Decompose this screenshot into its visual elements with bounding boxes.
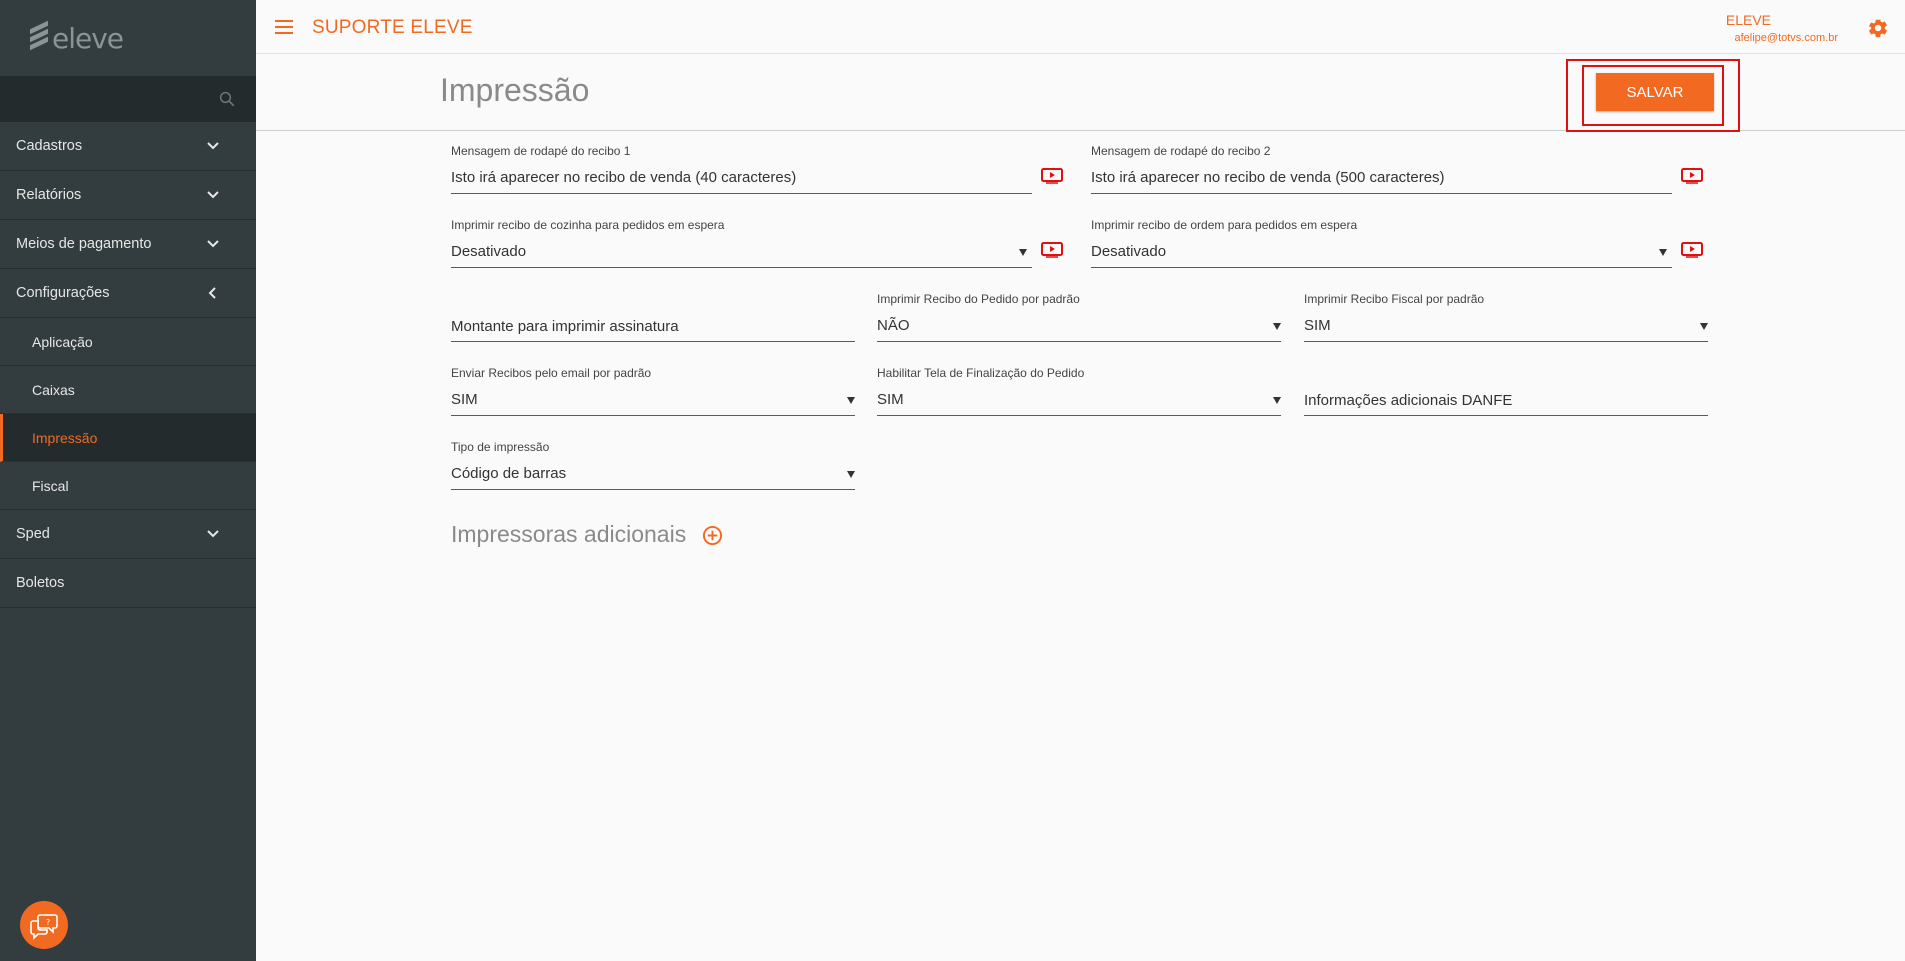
field-value: Desativado bbox=[1091, 243, 1167, 260]
sidebar-subitem-impressao[interactable]: Impressão bbox=[0, 414, 256, 462]
top-bar: SUPORTE ELEVE ELEVE afelipe@totvs.com.br bbox=[256, 0, 1905, 54]
field-label: Tipo de impressão bbox=[451, 440, 550, 454]
field-value: Montante para imprimir assinatura bbox=[451, 318, 679, 335]
field-value: SIM bbox=[1304, 317, 1331, 334]
field-value: NÃO bbox=[877, 317, 910, 334]
page-header: Impressão SALVAR bbox=[256, 54, 1905, 132]
field-label: Imprimir recibo de cozinha para pedidos … bbox=[451, 218, 725, 232]
chevron-down-icon bbox=[207, 142, 219, 150]
search-icon[interactable] bbox=[218, 90, 236, 108]
eleve-logo[interactable]: eleve bbox=[0, 0, 256, 76]
field-value: Informações adicionais DANFE bbox=[1304, 392, 1513, 409]
dropdown-arrow-icon bbox=[1019, 249, 1027, 256]
sidebar-item-relatorios[interactable]: Relatórios bbox=[0, 171, 256, 220]
order-receipt-default-select[interactable]: Imprimir Recibo do Pedido por padrão NÃO bbox=[877, 292, 1281, 342]
sidebar-item-sped[interactable]: Sped bbox=[0, 510, 256, 559]
field-label: Mensagem de rodapé do recibo 2 bbox=[1091, 144, 1271, 158]
chevron-down-icon bbox=[207, 240, 219, 248]
sidebar-subitem-label: Aplicação bbox=[32, 333, 93, 350]
svg-text:?: ? bbox=[46, 918, 50, 927]
logo-mark-icon bbox=[30, 20, 50, 55]
support-chat-button[interactable]: ? bbox=[20, 901, 68, 949]
dropdown-arrow-icon bbox=[847, 471, 855, 478]
sidebar-item-configuracoes[interactable]: Configurações bbox=[0, 269, 256, 318]
sidebar: eleve Cadastros Relatórios Meios de paga… bbox=[0, 0, 256, 961]
sidebar-item-cadastros[interactable]: Cadastros bbox=[0, 122, 256, 171]
field-label: Mensagem de rodapé do recibo 1 bbox=[451, 144, 631, 158]
sidebar-search[interactable] bbox=[0, 76, 256, 122]
kitchen-receipt-select[interactable]: Imprimir recibo de cozinha para pedidos … bbox=[451, 218, 1032, 268]
field-label: Habilitar Tela de Finalização do Pedido bbox=[877, 366, 1085, 380]
sidebar-item-label: Sped bbox=[16, 526, 50, 542]
dropdown-arrow-icon bbox=[1273, 397, 1281, 404]
sidebar-item-label: Configurações bbox=[16, 285, 110, 301]
sidebar-subitem-caixas[interactable]: Caixas bbox=[0, 366, 256, 414]
sidebar-item-meios-de-pagamento[interactable]: Meios de pagamento bbox=[0, 220, 256, 269]
dropdown-arrow-icon bbox=[847, 397, 855, 404]
dropdown-arrow-icon bbox=[1700, 323, 1708, 330]
chevron-left-icon bbox=[208, 287, 216, 299]
footer-message-2-field[interactable]: Mensagem de rodapé do recibo 2 Isto irá … bbox=[1091, 144, 1672, 194]
field-value: Isto irá aparecer no recibo de venda (50… bbox=[1091, 169, 1445, 186]
danfe-info-input[interactable]: Informações adicionais DANFE bbox=[1304, 366, 1708, 416]
field-label: Imprimir Recibo Fiscal por padrão bbox=[1304, 292, 1485, 306]
fiscal-receipt-default-select[interactable]: Imprimir Recibo Fiscal por padrão SIM bbox=[1304, 292, 1708, 342]
video-help-icon[interactable] bbox=[1041, 168, 1063, 184]
chevron-down-icon bbox=[207, 530, 219, 538]
sidebar-subitem-label: Impressão bbox=[32, 429, 98, 446]
field-value: Código de barras bbox=[451, 465, 567, 482]
sidebar-subitem-aplicacao[interactable]: Aplicação bbox=[0, 318, 256, 366]
video-help-icon[interactable] bbox=[1681, 242, 1703, 258]
page-title: Impressão bbox=[440, 72, 590, 108]
gear-icon[interactable] bbox=[1867, 17, 1889, 39]
field-value: Desativado bbox=[451, 243, 527, 260]
sidebar-subitem-fiscal[interactable]: Fiscal bbox=[0, 462, 256, 510]
add-printer-icon[interactable] bbox=[702, 525, 723, 546]
logo-text: eleve bbox=[52, 21, 124, 55]
additional-printers-title: Impressoras adicionais bbox=[451, 521, 687, 547]
field-label: Imprimir recibo de ordem para pedidos em… bbox=[1091, 218, 1358, 232]
field-value: Isto irá aparecer no recibo de venda (40… bbox=[451, 169, 797, 186]
sidebar-item-boletos[interactable]: Boletos bbox=[0, 559, 256, 608]
hamburger-menu-icon[interactable] bbox=[275, 20, 293, 34]
chat-icon: ? bbox=[30, 914, 58, 940]
field-label: Imprimir Recibo do Pedido por padrão bbox=[877, 292, 1080, 306]
sidebar-item-label: Cadastros bbox=[16, 138, 83, 154]
order-receipt-select[interactable]: Imprimir recibo de ordem para pedidos em… bbox=[1091, 218, 1672, 268]
video-help-icon[interactable] bbox=[1041, 242, 1063, 258]
print-type-select[interactable]: Tipo de impressão Código de barras bbox=[451, 440, 855, 490]
field-value: SIM bbox=[877, 391, 904, 408]
app-title: SUPORTE ELEVE bbox=[312, 17, 473, 38]
sidebar-subitem-label: Fiscal bbox=[32, 477, 69, 494]
user-name[interactable]: ELEVE bbox=[1726, 12, 1771, 28]
email-receipts-select[interactable]: Enviar Recibos pelo email por padrão SIM bbox=[451, 366, 855, 416]
sidebar-subitem-label: Caixas bbox=[32, 381, 75, 398]
dropdown-arrow-icon bbox=[1273, 323, 1281, 330]
field-label: Enviar Recibos pelo email por padrão bbox=[451, 366, 652, 380]
footer-message-1-field[interactable]: Mensagem de rodapé do recibo 1 Isto irá … bbox=[451, 144, 1032, 194]
sidebar-item-label: Relatórios bbox=[16, 187, 82, 203]
sidebar-item-label: Boletos bbox=[16, 575, 65, 591]
field-value: SIM bbox=[451, 391, 478, 408]
dropdown-arrow-icon bbox=[1659, 249, 1667, 256]
video-help-icon[interactable] bbox=[1681, 168, 1703, 184]
sidebar-item-label: Meios de pagamento bbox=[16, 236, 152, 252]
signature-amount-input[interactable]: Montante para imprimir assinatura bbox=[451, 292, 855, 342]
finalization-screen-select[interactable]: Habilitar Tela de Finalização do Pedido … bbox=[877, 366, 1281, 416]
user-email[interactable]: afelipe@totvs.com.br bbox=[1735, 32, 1839, 44]
save-button[interactable]: SALVAR bbox=[1596, 73, 1714, 111]
chevron-down-icon bbox=[207, 191, 219, 199]
